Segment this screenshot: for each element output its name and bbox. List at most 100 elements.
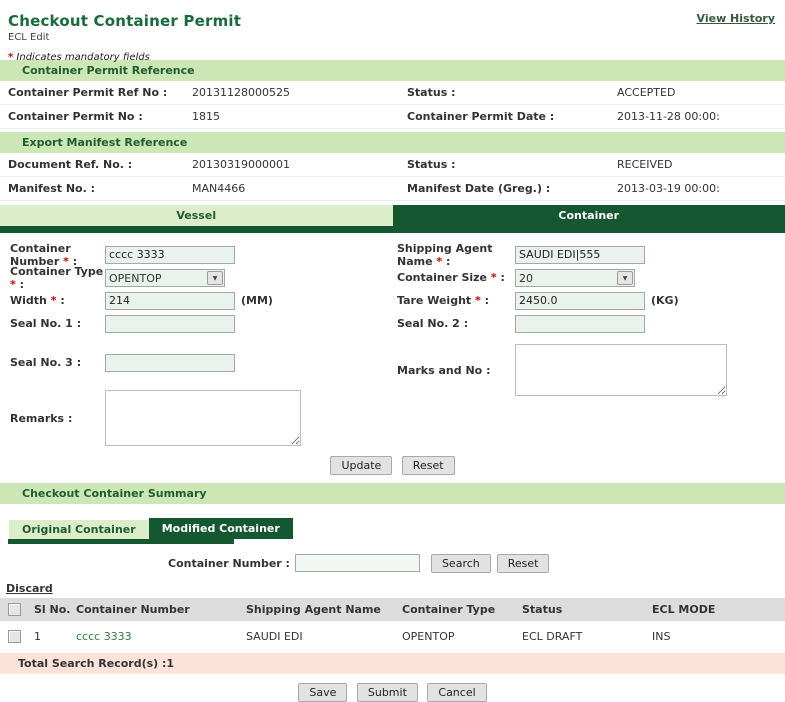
section-header-permit-reference: Container Permit Reference bbox=[0, 60, 785, 81]
form-button-row: Update Reset bbox=[0, 456, 785, 475]
container-size-label: Container Size * : bbox=[392, 271, 515, 284]
permit-ref-row: Container Permit Ref No : 20131128000525… bbox=[0, 81, 785, 105]
search-container-number-label: Container Number : bbox=[168, 557, 290, 570]
container-type-row: Container Type * : OPENTOP ▼ bbox=[0, 266, 392, 289]
permit-status-value: ACCEPTED bbox=[617, 86, 785, 99]
permit-date-label: Container Permit Date : bbox=[407, 110, 617, 123]
permit-ref-no-label: Container Permit Ref No : bbox=[0, 86, 192, 99]
required-star: * bbox=[475, 294, 481, 307]
container-size-select[interactable]: 20 ▼ bbox=[515, 269, 635, 287]
cell-sl-no: 1 bbox=[30, 622, 72, 649]
width-unit: (MM) bbox=[241, 294, 273, 307]
view-history-link[interactable]: View History bbox=[697, 12, 775, 25]
search-reset-button[interactable]: Reset bbox=[497, 554, 550, 573]
marks-and-no-textarea[interactable] bbox=[515, 344, 727, 396]
permit-ref-row: Container Permit No : 1815 Container Per… bbox=[0, 105, 785, 129]
manifest-ref-row: Document Ref. No. : 20130319000001 Statu… bbox=[0, 153, 785, 177]
seal-no-1-input[interactable] bbox=[105, 315, 235, 333]
permit-status-label: Status : bbox=[407, 86, 617, 99]
seal-no-2-input[interactable] bbox=[515, 315, 645, 333]
dropdown-arrow-icon[interactable]: ▼ bbox=[207, 271, 223, 285]
seal-no-3-label: Seal No. 3 : bbox=[0, 356, 105, 369]
seal-no-3-row: Seal No. 3 : bbox=[0, 351, 392, 374]
cell-container-type: OPENTOP bbox=[398, 622, 518, 649]
header-container-type: Container Type bbox=[398, 598, 518, 622]
row-checkbox[interactable] bbox=[8, 630, 21, 643]
container-size-row: Container Size * : 20 ▼ bbox=[392, 266, 785, 289]
tare-weight-label: Tare Weight * : bbox=[392, 294, 515, 307]
required-star: * bbox=[10, 278, 16, 291]
manifest-ref-row: Manifest No. : MAN4466 Manifest Date (Gr… bbox=[0, 177, 785, 201]
required-star: * bbox=[491, 271, 497, 284]
summary-search-row: Container Number : Search Reset bbox=[0, 552, 785, 574]
seal-no-2-row: Seal No. 2 : bbox=[392, 312, 785, 335]
remarks-label: Remarks : bbox=[0, 412, 105, 425]
remarks-textarea[interactable] bbox=[105, 390, 301, 446]
container-form: Container Number * : Container Type * : … bbox=[0, 243, 785, 448]
mandatory-note-text: Indicates mandatory fields bbox=[16, 52, 149, 63]
cell-status: ECL DRAFT bbox=[518, 622, 648, 649]
required-star: * bbox=[436, 255, 442, 268]
tare-weight-row: Tare Weight * : (KG) bbox=[392, 289, 785, 312]
remarks-row: Remarks : bbox=[0, 388, 392, 448]
container-number-link[interactable]: cccc 3333 bbox=[76, 630, 132, 643]
cell-shipping-agent: SAUDI EDI bbox=[242, 622, 398, 649]
container-type-select[interactable]: OPENTOP ▼ bbox=[105, 269, 225, 287]
vessel-container-tabs: Vessel Container bbox=[0, 205, 785, 226]
seal-no-1-row: Seal No. 1 : bbox=[0, 312, 392, 335]
marks-and-no-row: Marks and No : bbox=[392, 341, 785, 399]
bottom-button-row: Save Submit Cancel bbox=[0, 683, 785, 702]
row-checkbox-cell bbox=[0, 622, 30, 649]
header-status: Status bbox=[518, 598, 648, 622]
update-button[interactable]: Update bbox=[330, 456, 392, 475]
page-subtitle: ECL Edit bbox=[8, 32, 777, 43]
tab-vessel[interactable]: Vessel bbox=[0, 205, 393, 226]
tab-modified-container[interactable]: Modified Container bbox=[149, 518, 293, 539]
manifest-date-label: Manifest Date (Greg.) : bbox=[407, 182, 617, 195]
manifest-date-value: 2013-03-19 00:00: bbox=[617, 182, 785, 195]
required-star: * bbox=[51, 294, 57, 307]
container-number-input[interactable] bbox=[105, 246, 235, 264]
save-button[interactable]: Save bbox=[298, 683, 347, 702]
total-search-records: Total Search Record(s) :1 bbox=[0, 653, 785, 674]
permit-ref-no-value: 20131128000525 bbox=[192, 86, 407, 99]
shipping-agent-label: Shipping Agent Name * : bbox=[392, 242, 515, 268]
cancel-button[interactable]: Cancel bbox=[427, 683, 486, 702]
tab-original-container[interactable]: Original Container bbox=[9, 520, 149, 539]
shipping-agent-input[interactable] bbox=[515, 246, 645, 264]
document-ref-no-label: Document Ref. No. : bbox=[0, 158, 192, 171]
mandatory-note: * Indicates mandatory fields bbox=[8, 52, 777, 63]
header-sl-no: Sl No. bbox=[30, 598, 72, 622]
header-shipping-agent-name: Shipping Agent Name bbox=[242, 598, 398, 622]
submit-button[interactable]: Submit bbox=[357, 683, 418, 702]
width-row: Width * : (MM) bbox=[0, 289, 392, 312]
shipping-agent-row: Shipping Agent Name * : bbox=[392, 243, 785, 266]
table-row: 1 cccc 3333 SAUDI EDI OPENTOP ECL DRAFT … bbox=[0, 622, 785, 649]
permit-date-value: 2013-11-28 00:00: bbox=[617, 110, 785, 123]
container-type-selected-value: OPENTOP bbox=[109, 272, 161, 285]
permit-no-value: 1815 bbox=[192, 110, 407, 123]
tare-weight-unit: (KG) bbox=[651, 294, 679, 307]
search-container-number-input[interactable] bbox=[295, 554, 420, 572]
page-header: Checkout Container Permit ECL Edit View … bbox=[0, 0, 785, 60]
manifest-no-value: MAN4466 bbox=[192, 182, 407, 195]
search-button[interactable]: Search bbox=[431, 554, 491, 573]
discard-link[interactable]: Discard bbox=[6, 582, 53, 595]
width-input[interactable] bbox=[105, 292, 235, 310]
permit-no-label: Container Permit No : bbox=[0, 110, 192, 123]
section-header-manifest-reference: Export Manifest Reference bbox=[0, 132, 785, 153]
tab-container[interactable]: Container bbox=[393, 205, 785, 226]
manifest-no-label: Manifest No. : bbox=[0, 182, 192, 195]
dropdown-arrow-icon[interactable]: ▼ bbox=[617, 271, 633, 285]
cell-ecl-mode: INS bbox=[648, 622, 785, 649]
form-reset-button[interactable]: Reset bbox=[402, 456, 455, 475]
seal-no-3-input[interactable] bbox=[105, 354, 235, 372]
seal-no-2-label: Seal No. 2 : bbox=[392, 317, 515, 330]
width-label: Width * : bbox=[0, 294, 105, 307]
section-header-summary: Checkout Container Summary bbox=[0, 483, 785, 504]
seal-no-1-label: Seal No. 1 : bbox=[0, 317, 105, 330]
select-all-checkbox[interactable] bbox=[8, 603, 21, 616]
manifest-status-label: Status : bbox=[407, 158, 617, 171]
manifest-status-value: RECEIVED bbox=[617, 158, 785, 171]
tare-weight-input[interactable] bbox=[515, 292, 645, 310]
